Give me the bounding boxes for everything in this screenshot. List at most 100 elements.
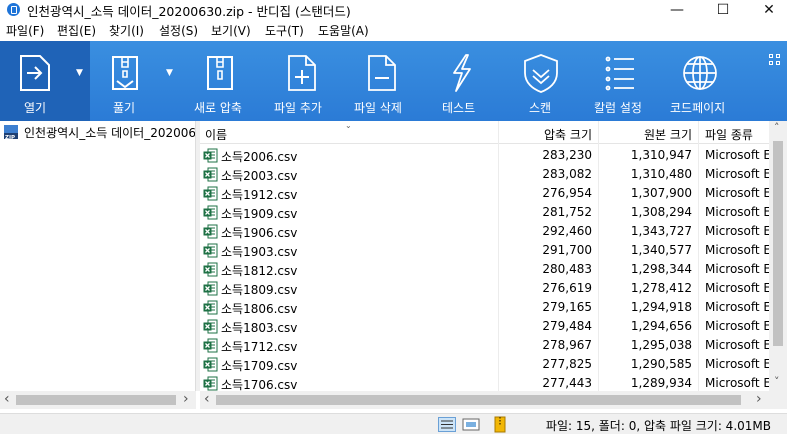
new-archive-icon [207, 56, 233, 90]
scroll-left-icon[interactable]: ‹ [4, 391, 10, 407]
add-file-icon [288, 55, 316, 91]
open-icon [20, 55, 50, 91]
original-size: 1,307,900 [630, 186, 692, 200]
file-name: 소득1806.csv [221, 302, 298, 316]
file-name: 소득2003.csv [221, 169, 298, 183]
column-settings-button[interactable]: 칼럼 설정 [592, 41, 648, 121]
compressed-size: 283,082 [542, 167, 592, 181]
table-row[interactable]: 소득1806.csv 279,165 1,294,918 Microsoft Exce… [200, 298, 787, 317]
status-summary: 파일: 15, 폴더: 0, 압축 파일 크기: 4.01MB [545, 419, 771, 433]
column-header-name[interactable]: 이름 [205, 126, 227, 143]
title-bar: 인천광역시_소득 데이터_20200630.zip - 반디집 (스탠더드) —… [0, 0, 787, 19]
column-settings-icon [605, 56, 634, 91]
compressed-size: 279,165 [542, 300, 592, 314]
file-name: 소득1906.csv [221, 226, 298, 240]
excel-file-icon [203, 205, 218, 220]
table-row[interactable]: 소득1803.csv 279,484 1,294,656 Microsoft Exce… [200, 317, 787, 336]
table-row[interactable]: 소득2003.csv 283,082 1,310,480 Microsoft Exce… [200, 165, 787, 184]
new-archive-button[interactable]: 새로 압축 [190, 41, 250, 121]
vertical-scroll-thumb[interactable] [773, 141, 783, 346]
table-row[interactable]: 소득1712.csv 278,967 1,295,038 Microsoft Exce… [200, 336, 787, 355]
menu-file[interactable]: 파일(F) [6, 22, 44, 39]
file-name: 소득1812.csv [221, 264, 298, 278]
compressed-size: 281,752 [542, 205, 592, 219]
delete-file-label: 파일 삭제 [354, 101, 402, 115]
extract-button[interactable]: 풀기 [100, 41, 150, 121]
list-vertical-scrollbar[interactable]: ˄ ˅ [769, 121, 787, 391]
menu-bar: 파일(F) 편집(E) 찾기(I) 설정(S) 보기(V) 도구(T) 도움말(… [0, 19, 787, 41]
original-size: 1,298,344 [630, 262, 692, 276]
test-button[interactable]: 테스트 [436, 41, 486, 121]
menu-settings[interactable]: 설정(S) [159, 22, 198, 39]
compressed-size: 276,954 [542, 186, 592, 200]
tree-scroll-thumb[interactable] [16, 395, 176, 405]
table-row[interactable]: 소득1706.csv 277,443 1,289,934 Microsoft Exce… [200, 374, 787, 391]
column-header-compressed[interactable]: 압축 크기 [530, 126, 592, 143]
scan-button[interactable]: 스캔 [516, 41, 566, 121]
archive-info-icon[interactable] [492, 416, 508, 433]
maximize-button[interactable]: ☐ [700, 0, 746, 19]
menu-tools[interactable]: 도구(T) [265, 22, 304, 39]
open-dropdown-icon[interactable]: ▼ [76, 68, 83, 78]
original-size: 1,290,585 [630, 357, 692, 371]
list-scroll-thumb[interactable] [216, 395, 741, 405]
thumbnail-view-icon[interactable] [462, 417, 480, 432]
extract-dropdown-icon[interactable]: ▼ [166, 68, 173, 78]
open-button[interactable]: 열기 [0, 41, 70, 121]
open-label: 열기 [24, 101, 47, 115]
table-row[interactable]: 소득2006.csv 283,230 1,310,947 Microsoft Exce… [200, 146, 787, 165]
delete-file-icon [368, 55, 396, 91]
list-horizontal-scrollbar[interactable]: ‹ › [200, 391, 769, 409]
minimize-button[interactable]: — [654, 0, 700, 19]
compressed-size: 291,700 [542, 243, 592, 257]
table-row[interactable]: 소득1912.csv 276,954 1,307,900 Microsoft Exce… [200, 184, 787, 203]
original-size: 1,295,038 [630, 338, 692, 352]
file-name: 소득1903.csv [221, 245, 298, 259]
menu-edit[interactable]: 편집(E) [57, 22, 96, 39]
codepage-button[interactable]: 코드페이지 [670, 41, 730, 121]
file-list-pane: 이름 ⌄ 압축 크기 원본 크기 파일 종류 소득2006.csv 283,230… [200, 121, 787, 391]
details-view-icon[interactable] [438, 417, 456, 432]
scroll-right-icon[interactable]: › [756, 391, 762, 407]
menu-find[interactable]: 찾기(I) [109, 22, 144, 39]
add-file-button[interactable]: 파일 추가 [272, 41, 332, 121]
scroll-up-icon[interactable]: ˄ [774, 121, 780, 134]
original-size: 1,278,412 [630, 281, 692, 295]
close-button[interactable]: ✕ [746, 0, 787, 19]
table-row[interactable]: 소득1809.csv 276,619 1,278,412 Microsoft Exce… [200, 279, 787, 298]
original-size: 1,294,918 [630, 300, 692, 314]
excel-file-icon [203, 338, 218, 353]
table-row[interactable]: 소득1812.csv 280,483 1,298,344 Microsoft Exce… [200, 260, 787, 279]
file-name: 소득2006.csv [221, 150, 298, 164]
file-name: 소득1909.csv [221, 207, 298, 221]
bandizip-app-icon [7, 3, 20, 16]
excel-file-icon [203, 167, 218, 182]
codepage-globe-icon [683, 56, 717, 90]
svg-text:ZIP: ZIP [5, 135, 15, 140]
scroll-right-icon[interactable]: › [183, 391, 189, 407]
scroll-down-icon[interactable]: ˅ [774, 375, 780, 388]
table-row[interactable]: 소득1709.csv 277,825 1,290,585 Microsoft Exce… [200, 355, 787, 374]
compressed-size: 292,460 [542, 224, 592, 238]
menu-view[interactable]: 보기(V) [211, 22, 251, 39]
extract-icon [112, 56, 138, 90]
column-header-original[interactable]: 원본 크기 [620, 126, 692, 143]
table-row[interactable]: 소득1906.csv 292,460 1,343,727 Microsoft Exce… [200, 222, 787, 241]
original-size: 1,294,656 [630, 319, 692, 333]
table-row[interactable]: 소득1903.csv 291,700 1,340,577 Microsoft Exce… [200, 241, 787, 260]
file-name: 소득1803.csv [221, 321, 298, 335]
delete-file-button[interactable]: 파일 삭제 [352, 41, 412, 121]
tree-root-item[interactable]: ZIP 인천광역시_소득 데이터_20200630 [3, 124, 195, 140]
excel-file-icon [203, 243, 218, 258]
layout-grid-icon[interactable] [769, 54, 781, 66]
tree-horizontal-scrollbar[interactable]: ‹ › [0, 391, 196, 409]
table-row[interactable]: 소득1909.csv 281,752 1,308,294 Microsoft Exce… [200, 203, 787, 222]
original-size: 1,340,577 [630, 243, 692, 257]
zip-archive-icon: ZIP [4, 125, 18, 140]
scroll-left-icon[interactable]: ‹ [204, 391, 210, 407]
scan-label: 스캔 [529, 101, 552, 115]
column-header-type[interactable]: 파일 종류 [705, 126, 753, 143]
extract-label: 풀기 [113, 101, 136, 115]
folder-tree-pane: ZIP 인천광역시_소득 데이터_20200630 [0, 121, 196, 391]
menu-help[interactable]: 도움말(A) [318, 22, 369, 39]
